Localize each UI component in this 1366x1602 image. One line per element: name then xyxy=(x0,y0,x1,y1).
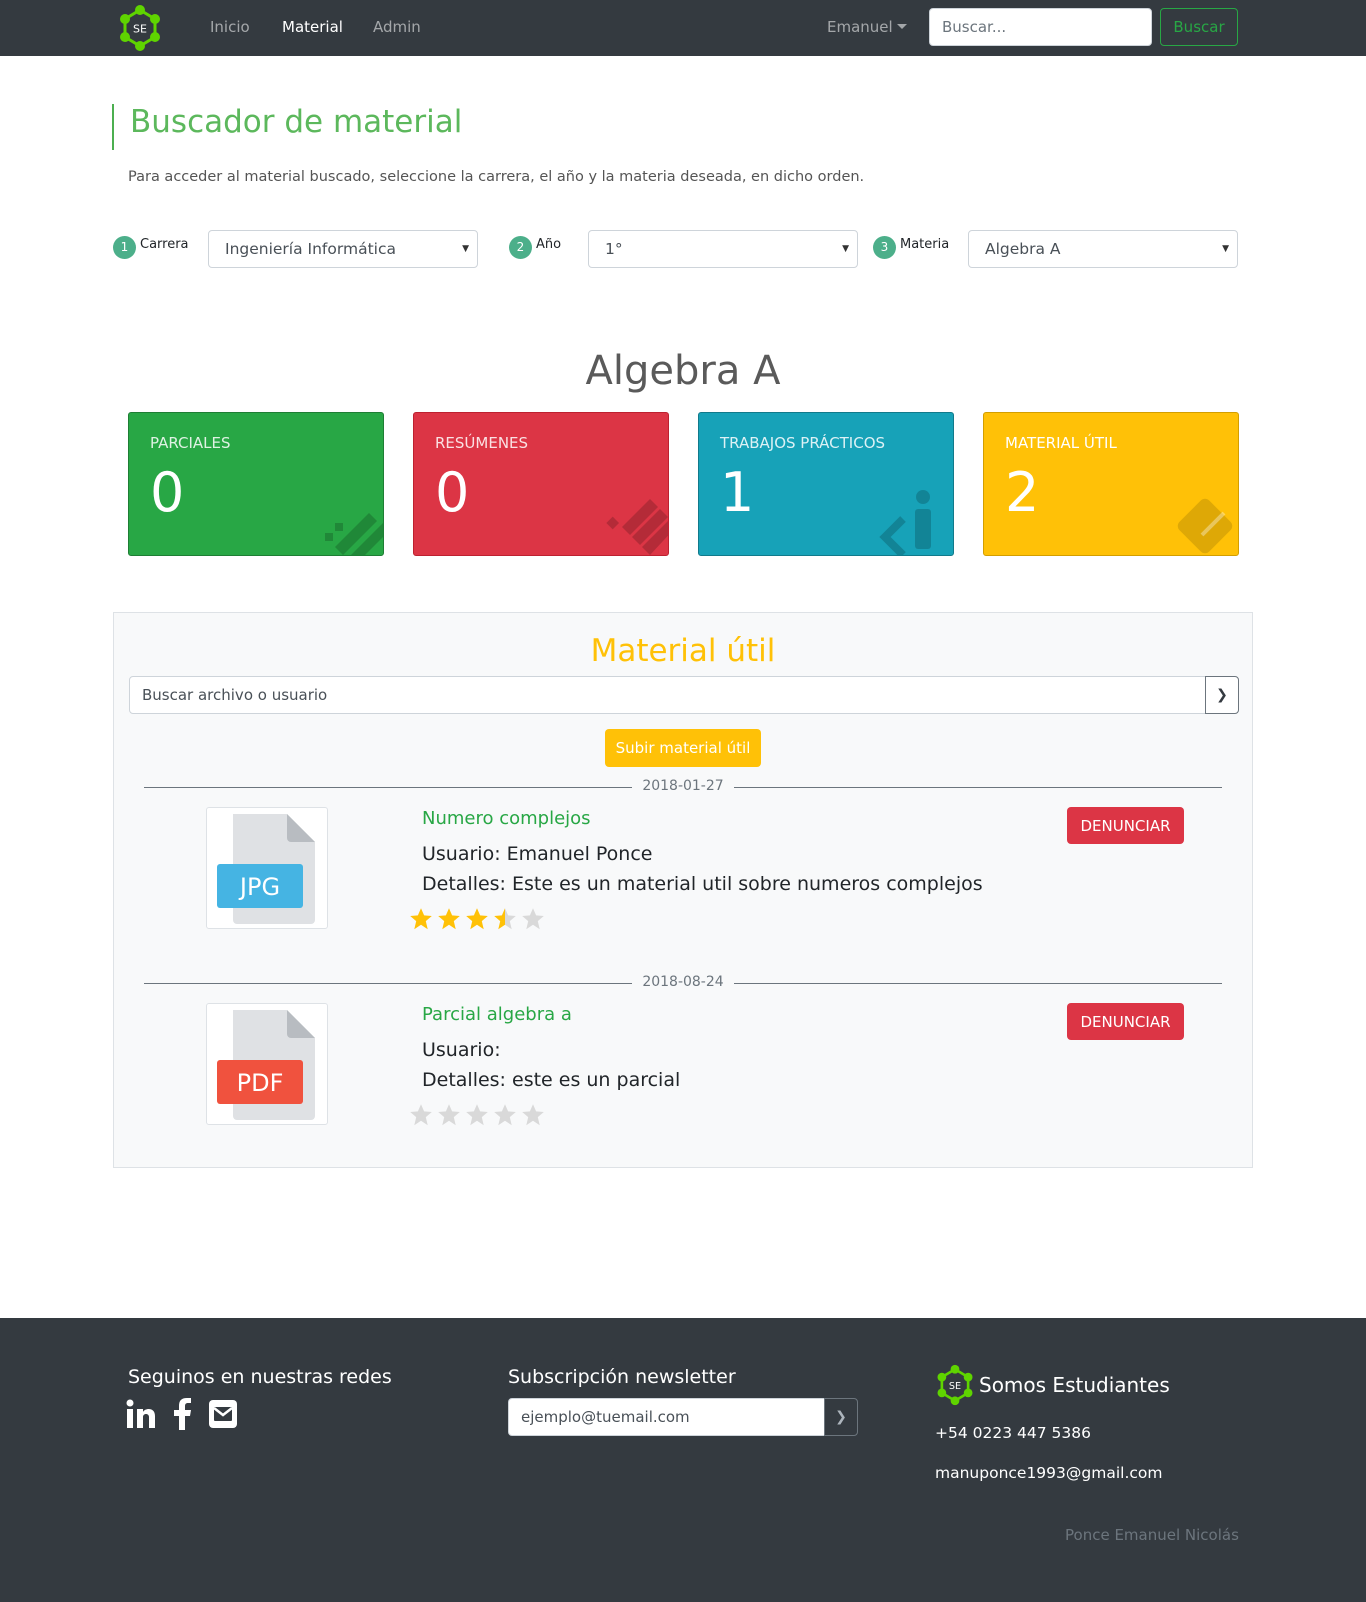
item-date: 2018-08-24 xyxy=(114,974,1252,990)
caret-down-icon: ▼ xyxy=(462,244,469,254)
search-submit-button[interactable]: ❯ xyxy=(1205,676,1239,714)
card-count: 1 xyxy=(720,461,755,524)
card-count: 2 xyxy=(1005,461,1040,524)
newsletter-email-input[interactable] xyxy=(508,1398,825,1436)
nav-search-button[interactable]: Buscar xyxy=(1160,8,1238,46)
step-carrera: 1 Carrera xyxy=(113,236,189,259)
step-number: 3 xyxy=(873,236,896,259)
select-anio[interactable]: 1° ▼ xyxy=(588,230,858,268)
footer-logo-text: SE xyxy=(949,1381,961,1392)
envelope-icon[interactable] xyxy=(208,1399,238,1433)
item-title[interactable]: Numero complejos xyxy=(422,808,591,829)
facebook-icon[interactable] xyxy=(171,1398,193,1434)
item-date: 2018-01-27 xyxy=(114,778,1252,794)
subject-title: Algebra A xyxy=(585,348,781,394)
star-icon[interactable] xyxy=(493,1103,517,1127)
panel-title: Material útil xyxy=(590,633,776,669)
footer-brand: Somos Estudiantes xyxy=(979,1373,1170,1397)
step-label: Año xyxy=(536,237,562,252)
pencil-ruler-icon xyxy=(325,513,383,555)
star-icon[interactable] xyxy=(437,1103,461,1127)
chevron-right-icon: ❯ xyxy=(835,1409,847,1425)
star-icon[interactable] xyxy=(409,907,433,931)
newsletter-title: Subscripción newsletter xyxy=(508,1366,736,1388)
logo-text: SE xyxy=(133,23,147,36)
caret-down-icon: ▼ xyxy=(1222,244,1229,254)
material-panel: Material útil ❯ Subir material útil 2018… xyxy=(113,612,1253,1168)
card-count: 0 xyxy=(150,461,185,524)
nav-admin[interactable]: Admin xyxy=(373,18,421,36)
select-carrera[interactable]: Ingeniería Informática ▼ xyxy=(208,230,478,268)
newsletter-submit-button[interactable]: ❯ xyxy=(824,1398,858,1436)
jpg-file-icon: JPG xyxy=(217,814,315,924)
file-thumbnail[interactable]: PDF xyxy=(206,1003,328,1125)
card-label: MATERIAL ÚTIL xyxy=(1005,434,1117,452)
item-user: Usuario: xyxy=(422,1039,501,1061)
logo-icon[interactable]: SE xyxy=(116,4,164,52)
page-title: Buscador de material xyxy=(130,104,463,140)
star-icon[interactable] xyxy=(521,907,545,931)
file-thumbnail[interactable]: JPG xyxy=(206,807,328,929)
select-materia[interactable]: Algebra A ▼ xyxy=(968,230,1238,268)
social-links xyxy=(126,1398,248,1434)
item-user: Usuario: Emanuel Ponce xyxy=(422,843,653,865)
page-description: Para acceder al material buscado, selecc… xyxy=(128,169,865,185)
footer-phone: +54 0223 447 5386 xyxy=(935,1424,1091,1442)
chevron-right-icon: ❯ xyxy=(1216,687,1228,703)
star-icon[interactable] xyxy=(493,907,517,931)
nav-inicio[interactable]: Inicio xyxy=(210,18,250,36)
rating-stars[interactable] xyxy=(409,907,549,935)
card-count: 0 xyxy=(435,461,470,524)
step-number: 1 xyxy=(113,236,136,259)
card-trabajos-practicos[interactable]: TRABAJOS PRÁCTICOS 1 xyxy=(698,412,954,556)
linkedin-icon[interactable] xyxy=(126,1399,156,1433)
nav-search-input[interactable] xyxy=(929,8,1152,46)
step-label: Carrera xyxy=(140,237,189,252)
item-title[interactable]: Parcial algebra a xyxy=(422,1004,572,1025)
item-details: Detalles: Este es un material util sobre… xyxy=(422,873,983,895)
footer: Seguinos en nuestras redes Subscripción … xyxy=(0,1318,1366,1602)
chevron-down-icon xyxy=(896,24,907,29)
star-icon[interactable] xyxy=(521,1103,545,1127)
pdf-file-icon: PDF xyxy=(217,1010,315,1120)
card-label: PARCIALES xyxy=(150,434,231,452)
user-name: Emanuel xyxy=(827,18,893,36)
step-number: 2 xyxy=(509,236,532,259)
report-button[interactable]: DENUNCIAR xyxy=(1067,807,1184,844)
footer-email[interactable]: manuponce1993@gmail.com xyxy=(935,1464,1162,1482)
star-icon[interactable] xyxy=(465,1103,489,1127)
code-info-icon xyxy=(879,490,931,555)
navbar: SE Inicio Material Admin Emanuel Buscar xyxy=(0,0,1366,56)
list-icon xyxy=(606,499,668,555)
star-icon[interactable] xyxy=(409,1103,433,1127)
book-icon xyxy=(1177,498,1233,554)
card-label: TRABAJOS PRÁCTICOS xyxy=(720,434,886,452)
upload-material-button[interactable]: Subir material útil xyxy=(605,729,761,767)
user-dropdown[interactable]: Emanuel xyxy=(827,18,907,36)
step-anio: 2 Año xyxy=(509,236,561,259)
rating-stars[interactable] xyxy=(409,1103,549,1131)
item-details: Detalles: este es un parcial xyxy=(422,1069,681,1091)
select-value: Algebra A xyxy=(985,240,1061,258)
social-title: Seguinos en nuestras redes xyxy=(128,1366,392,1388)
footer-credit: Ponce Emanuel Nicolás xyxy=(1065,1526,1239,1544)
step-label: Materia xyxy=(900,237,950,252)
file-type-label: JPG xyxy=(238,873,280,901)
card-label: RESÚMENES xyxy=(435,434,529,452)
file-search-input[interactable] xyxy=(129,676,1206,714)
report-button[interactable]: DENUNCIAR xyxy=(1067,1003,1184,1040)
caret-down-icon: ▼ xyxy=(842,244,849,254)
card-resumenes[interactable]: RESÚMENES 0 xyxy=(413,412,669,556)
file-type-label: PDF xyxy=(237,1069,284,1097)
select-value: Ingeniería Informática xyxy=(225,240,396,258)
select-value: 1° xyxy=(605,240,623,258)
nav-material[interactable]: Material xyxy=(282,18,343,36)
star-icon[interactable] xyxy=(437,907,461,931)
star-icon[interactable] xyxy=(465,907,489,931)
card-material-util[interactable]: MATERIAL ÚTIL 2 xyxy=(983,412,1239,556)
card-parciales[interactable]: PARCIALES 0 xyxy=(128,412,384,556)
step-materia: 3 Materia xyxy=(873,236,949,259)
footer-logo-icon: SE xyxy=(937,1364,973,1406)
title-accent-bar xyxy=(112,104,114,150)
